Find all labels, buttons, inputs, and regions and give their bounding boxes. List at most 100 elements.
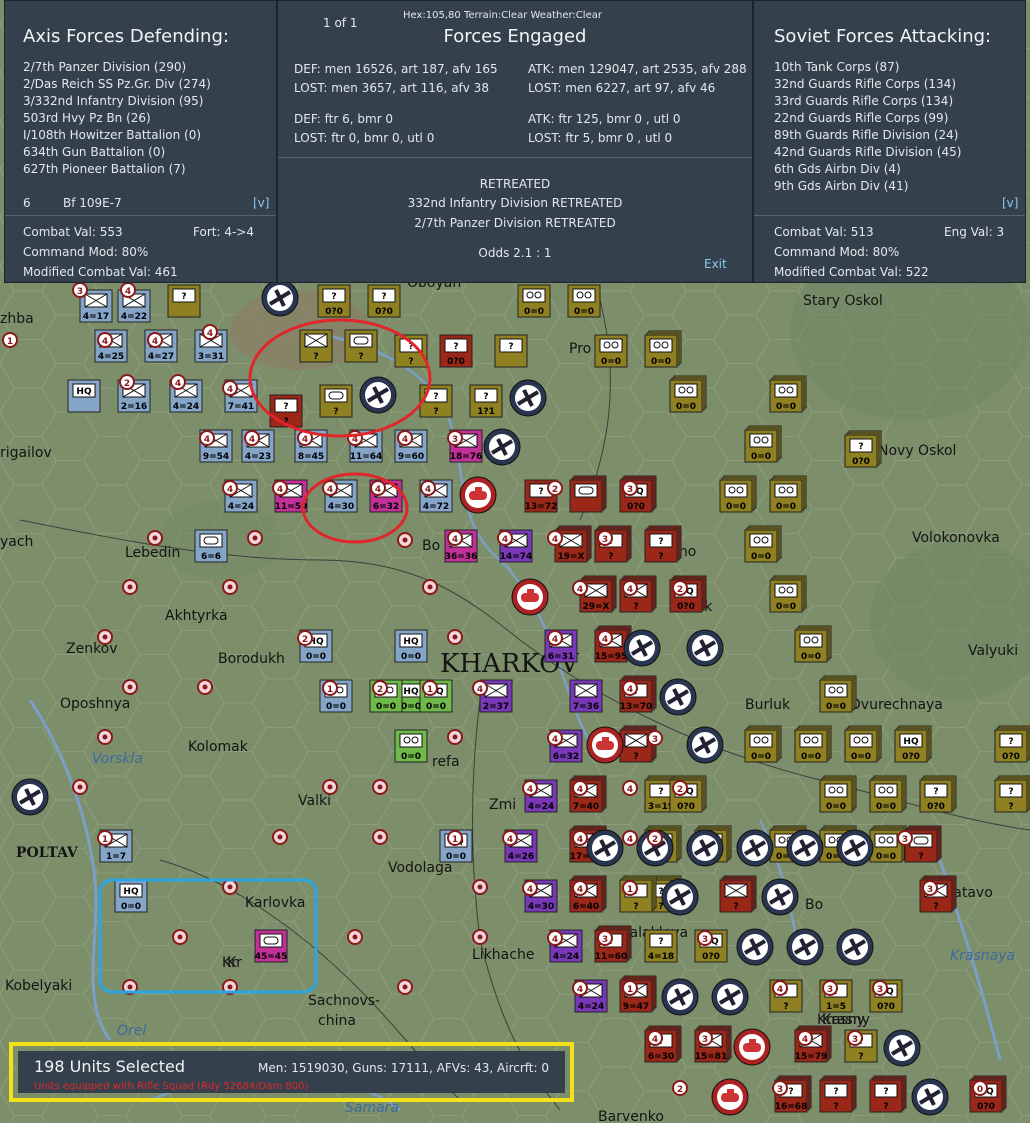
air-unit-icon[interactable]: [661, 878, 699, 916]
tank-unit-icon[interactable]: [586, 726, 624, 764]
soviet-unit[interactable]: 6th Gds Airbn Div (4): [774, 161, 961, 178]
unit-counter[interactable]: 7=36: [569, 679, 603, 713]
unit-counter[interactable]: 0=0: [594, 334, 628, 368]
unit-counter[interactable]: 45=45: [254, 929, 288, 963]
unit-counter[interactable]: 0=0: [794, 625, 832, 663]
unit-counter[interactable]: ??: [994, 775, 1030, 813]
soviet-expand-button[interactable]: [v]: [1002, 195, 1018, 212]
unit-counter[interactable]: ? 4=18: [644, 929, 678, 963]
unit-counter[interactable]: ? 0?0: [994, 725, 1030, 763]
air-unit-icon[interactable]: [623, 629, 661, 667]
axis-unit[interactable]: 627th Pioneer Battalion (7): [23, 161, 211, 178]
unit-counter[interactable]: ?: [494, 334, 528, 368]
unit-counter[interactable]: ??: [819, 1075, 857, 1113]
soviet-unit[interactable]: 32nd Guards Rifle Corps (134): [774, 76, 961, 93]
unit-counter[interactable]: ? 0?0: [367, 284, 401, 318]
unit-counter[interactable]: 0=0: [794, 725, 832, 763]
unit-counter[interactable]: 0=0: [744, 525, 782, 563]
unit-counter[interactable]: ??: [269, 394, 303, 428]
air-unit-icon[interactable]: [686, 829, 724, 867]
unit-counter[interactable]: ?: [904, 825, 942, 863]
air-unit-icon[interactable]: [686, 726, 724, 764]
soviet-unit[interactable]: 42nd Guards Rifle Division (45): [774, 144, 961, 161]
unit-counter[interactable]: 0=0: [719, 475, 757, 513]
unit-counter[interactable]: 0=0: [769, 475, 807, 513]
air-unit-icon[interactable]: [736, 829, 774, 867]
air-unit-icon[interactable]: [736, 928, 774, 966]
unit-counter[interactable]: 0=0: [669, 375, 707, 413]
exit-button[interactable]: Exit: [704, 256, 727, 273]
unit-counter[interactable]: ?: [719, 875, 757, 913]
air-unit-icon[interactable]: [883, 1029, 921, 1067]
air-unit-icon[interactable]: [786, 829, 824, 867]
unit-counter[interactable]: 0=0: [744, 725, 782, 763]
soviet-unit[interactable]: 9th Gds Airbn Div (41): [774, 178, 961, 195]
air-unit-icon[interactable]: [686, 629, 724, 667]
unit-counter[interactable]: ?: [167, 284, 201, 318]
air-unit-icon[interactable]: [836, 829, 874, 867]
unit-counter[interactable]: 0=0: [819, 775, 857, 813]
unit-counter[interactable]: HQ 0=0: [394, 629, 428, 663]
unit-counter[interactable]: ?: [299, 329, 333, 363]
soviet-unit[interactable]: 10th Tank Corps (87): [774, 59, 961, 76]
axis-unit[interactable]: 503rd Hvy Pz Bn (26): [23, 110, 211, 127]
air-unit-icon[interactable]: [786, 928, 824, 966]
svg-text:0=0: 0=0: [776, 602, 796, 612]
unit-counter[interactable]: ?: [344, 329, 378, 363]
unit-counter[interactable]: ??: [419, 384, 453, 418]
tank-unit-icon[interactable]: [733, 1028, 771, 1066]
unit-counter[interactable]: ??: [869, 1075, 907, 1113]
axis-unit[interactable]: 2/Das Reich SS Pz.Gr. Div (274): [23, 76, 211, 93]
unit-counter[interactable]: ? 1?1: [469, 384, 503, 418]
air-unit-icon[interactable]: [711, 978, 749, 1016]
unit-counter[interactable]: 0=0: [567, 284, 601, 318]
unit-counter[interactable]: ? 0?0: [844, 430, 882, 468]
unit-counter[interactable]: ? 0?0: [317, 284, 351, 318]
svg-text:HQ: HQ: [123, 887, 139, 897]
axis-unit[interactable]: 2/7th Panzer Division (290): [23, 59, 211, 76]
unit-counter[interactable]: HQ 0?0: [894, 725, 932, 763]
unit-counter[interactable]: ??: [644, 525, 682, 563]
unit-counter[interactable]: [569, 475, 607, 513]
axis-unit[interactable]: 634th Gun Battalion (0): [23, 144, 211, 161]
unit-counter[interactable]: ?: [319, 384, 353, 418]
soviet-unit[interactable]: 89th Guards Rifle Division (24): [774, 127, 961, 144]
unit-counter[interactable]: HQ 0=0: [114, 879, 148, 913]
unit-counter[interactable]: 0=0: [869, 775, 907, 813]
air-unit-icon[interactable]: [761, 878, 799, 916]
unit-counter[interactable]: 0=0: [769, 375, 807, 413]
tank-unit-icon[interactable]: [459, 476, 497, 514]
air-unit-icon[interactable]: [586, 829, 624, 867]
unit-counter[interactable]: 0=0: [644, 330, 682, 368]
tank-unit-icon[interactable]: [711, 1078, 749, 1116]
air-unit-icon[interactable]: [661, 978, 699, 1016]
unit-counter[interactable]: 29=X: [579, 575, 617, 613]
air-unit-icon[interactable]: [509, 379, 547, 417]
unit-counter[interactable]: ??: [394, 334, 428, 368]
unit-counter[interactable]: 0=0: [517, 284, 551, 318]
air-unit-icon[interactable]: [11, 778, 49, 816]
air-unit-icon[interactable]: [261, 279, 299, 317]
soviet-unit[interactable]: 33rd Guards Rifle Corps (134): [774, 93, 961, 110]
unit-counter[interactable]: 19=X: [554, 525, 592, 563]
air-unit-icon[interactable]: [359, 376, 397, 414]
unit-counter[interactable]: ? 0?0: [439, 334, 473, 368]
tank-unit-icon[interactable]: [511, 578, 549, 616]
soviet-unit[interactable]: 22nd Guards Rifle Corps (99): [774, 110, 961, 127]
svg-text:0=0: 0=0: [801, 652, 821, 662]
axis-unit[interactable]: 3/332nd Infantry Division (95): [23, 93, 211, 110]
axis-unit[interactable]: I/108th Howitzer Battalion (0): [23, 127, 211, 144]
air-unit-icon[interactable]: [483, 428, 521, 466]
unit-counter[interactable]: ? 0?0: [919, 775, 957, 813]
axis-expand-button[interactable]: [v]: [253, 195, 269, 212]
unit-counter[interactable]: 6=6: [194, 529, 228, 563]
air-unit-icon[interactable]: [836, 928, 874, 966]
unit-counter[interactable]: 0=0: [744, 425, 782, 463]
unit-counter[interactable]: 0=0: [844, 725, 882, 763]
unit-counter[interactable]: 0=0: [769, 575, 807, 613]
air-unit-icon[interactable]: [911, 1078, 949, 1116]
unit-counter[interactable]: 0=0: [394, 729, 428, 763]
unit-counter[interactable]: HQ: [67, 379, 101, 413]
unit-counter[interactable]: 0=0: [819, 675, 857, 713]
air-unit-icon[interactable]: [659, 678, 697, 716]
